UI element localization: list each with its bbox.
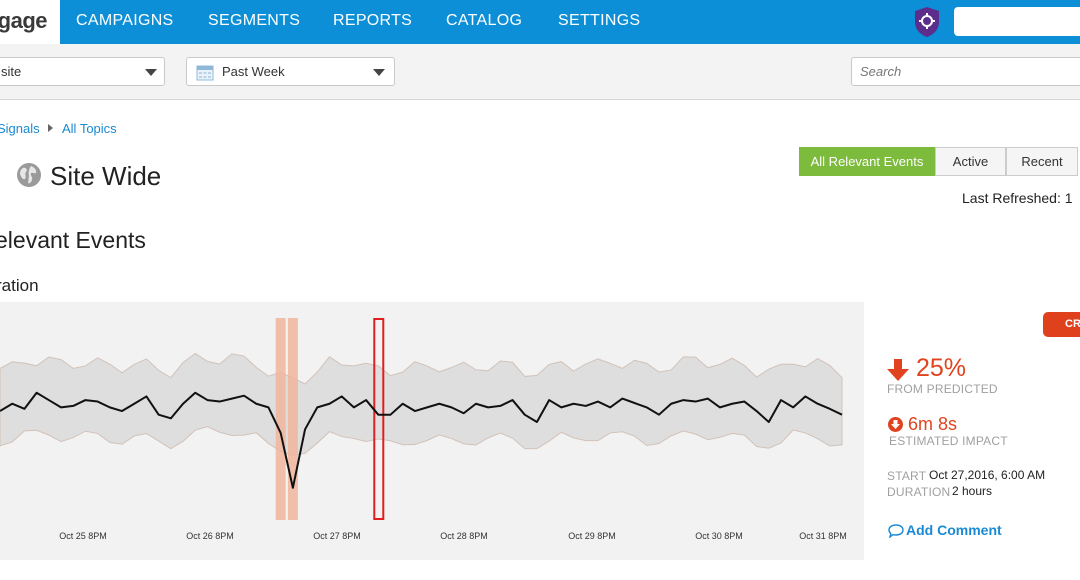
scope-select[interactable]: site [0, 57, 165, 86]
top-nav-bar: gage CAMPAIGNS SEGMENTS REPORTS CATALOG … [0, 0, 1080, 44]
severity-badge: CR [1043, 312, 1080, 337]
breadcrumb-signals[interactable]: Signals [0, 121, 40, 136]
logo-text: gage [0, 8, 48, 33]
x-tick-label: Oct 28 8PM [440, 531, 488, 541]
estimated-impact-value: 6m 8s [908, 414, 958, 434]
x-tick-label: Oct 30 8PM [695, 531, 743, 541]
x-axis-ticks: Oct 25 8PM Oct 26 8PM Oct 27 8PM Oct 28 8PM… [59, 531, 847, 541]
change-percent: 25% [916, 354, 967, 382]
logo[interactable]: gage [0, 0, 60, 44]
nav-campaigns[interactable]: CAMPAIGNS [76, 12, 174, 30]
x-tick-label: Oct 29 8PM [568, 531, 616, 541]
breadcrumb-separator-icon [48, 124, 53, 132]
metric-title: ration [0, 276, 39, 295]
page-title: Site Wide [50, 161, 162, 191]
tab-all-relevant-events[interactable]: All Relevant Events [799, 147, 935, 176]
search-input[interactable] [851, 57, 1080, 86]
duration-value: 2 hours [952, 484, 993, 498]
event-highlight-shaded[interactable] [275, 318, 286, 520]
date-range-select[interactable]: Past Week [186, 57, 395, 86]
x-tick-label: Oct 27 8PM [313, 531, 361, 541]
start-label: START [887, 469, 927, 483]
scope-select-value: site [1, 64, 22, 79]
time-series-chart: Oct 25 8PM Oct 26 8PM Oct 27 8PM Oct 28 8PM… [0, 318, 847, 541]
change-label: FROM PREDICTED [887, 382, 998, 396]
arrow-down-icon [887, 359, 909, 381]
section-title: elevant Events [0, 227, 146, 253]
chevron-down-icon [145, 69, 157, 76]
arrow-down-circle-icon [888, 417, 903, 432]
shield-icon[interactable] [913, 6, 941, 38]
chevron-down-icon [373, 69, 385, 76]
x-tick-label: Oct 26 8PM [186, 531, 234, 541]
duration-label: DURATION [887, 485, 951, 499]
comment-icon[interactable] [888, 524, 904, 538]
nav-reports[interactable]: REPORTS [333, 12, 412, 30]
nav-segments[interactable]: SEGMENTS [208, 12, 300, 30]
x-tick-label: Oct 31 8PM [799, 531, 847, 541]
filter-bar: site Past Week [0, 44, 1080, 100]
globe-icon [17, 163, 41, 187]
nav-catalog[interactable]: CATALOG [446, 12, 522, 30]
nav-settings[interactable]: SETTINGS [558, 12, 640, 30]
tab-active[interactable]: Active [935, 147, 1006, 176]
impact-label: ESTIMATED IMPACT [889, 434, 1008, 448]
start-value: Oct 27,2016, 6:00 AM [929, 468, 1046, 482]
top-search-input[interactable] [954, 7, 1080, 36]
x-tick-label: Oct 25 8PM [59, 531, 107, 541]
breadcrumb-all-topics[interactable]: All Topics [62, 121, 117, 136]
last-refreshed: Last Refreshed: 1 [962, 190, 1073, 206]
date-range-value: Past Week [222, 64, 285, 79]
tab-recent[interactable]: Recent [1006, 147, 1078, 176]
calendar-icon [196, 65, 214, 81]
add-comment-link[interactable]: Add Comment [906, 522, 1002, 538]
event-highlight-shaded[interactable] [287, 318, 298, 520]
